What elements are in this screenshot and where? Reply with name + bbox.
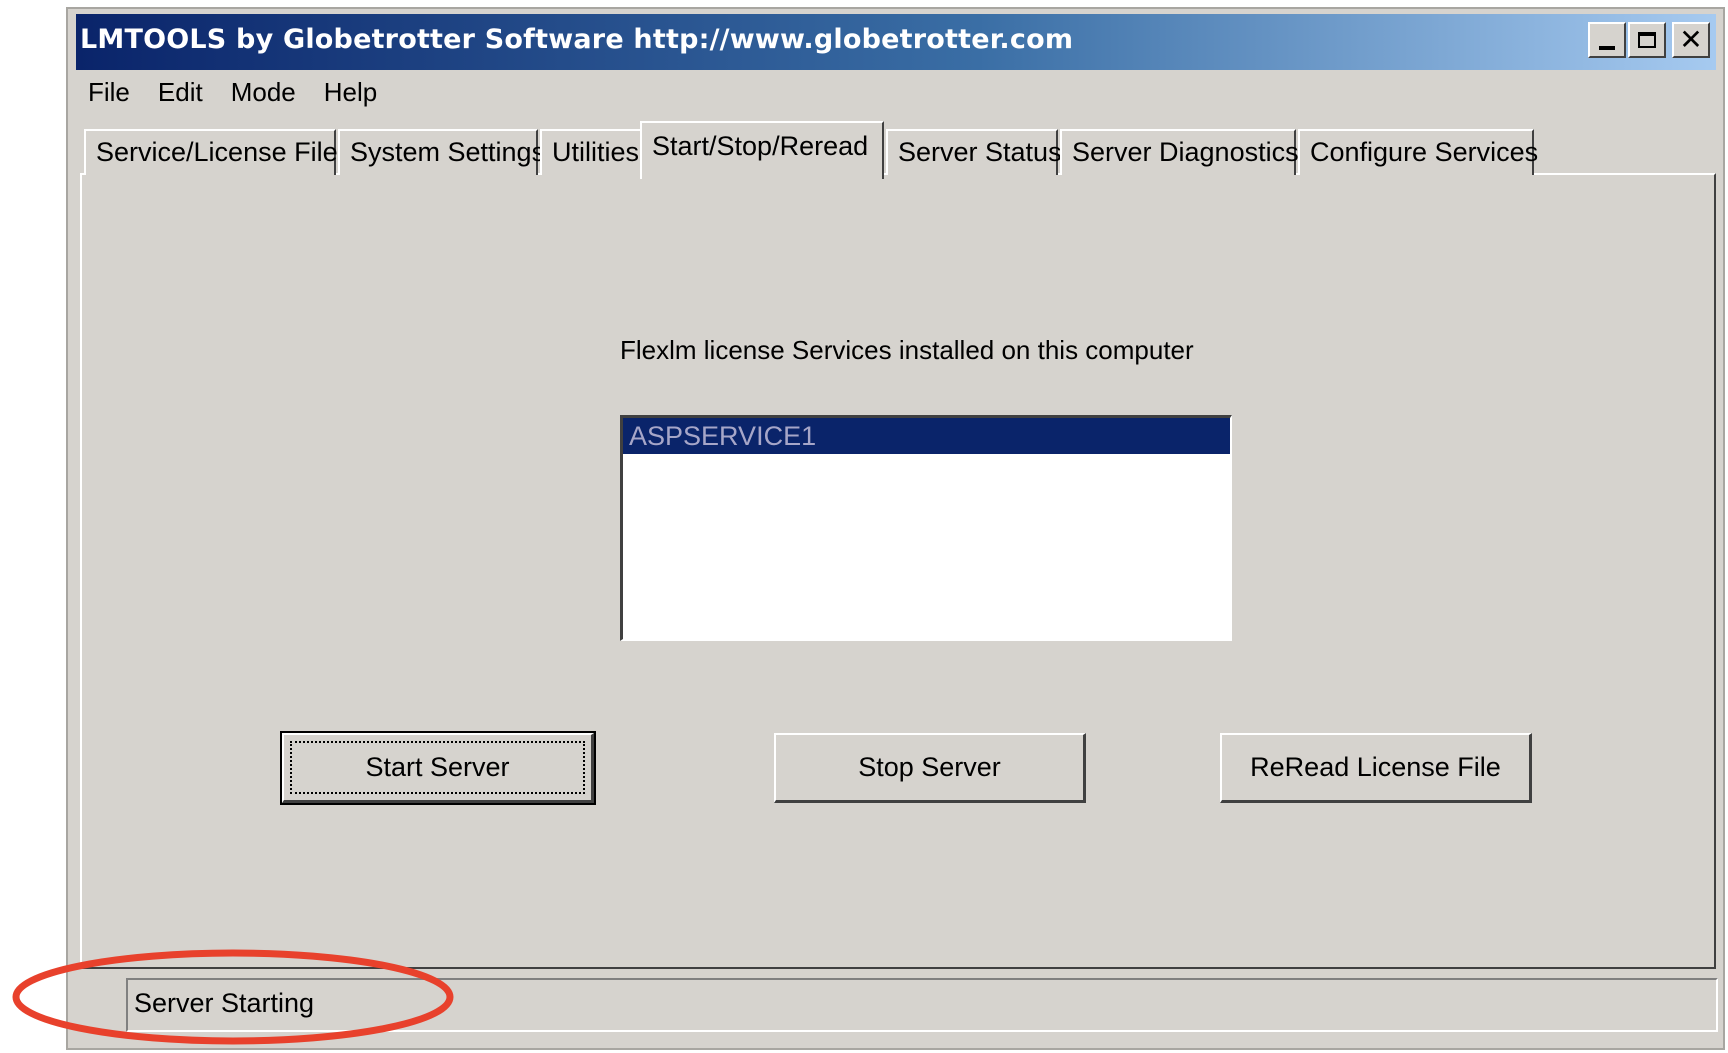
tab-service-license-file[interactable]: Service/License File: [84, 129, 338, 175]
focus-ring: [290, 741, 585, 794]
minimize-icon: [1599, 46, 1615, 50]
stop-server-label: Stop Server: [858, 752, 1001, 782]
tab-utilities[interactable]: Utilities: [540, 129, 642, 175]
screenshot-canvas: LMTOOLS by Globetrotter Software http://…: [0, 0, 1728, 1053]
service-list-item[interactable]: ASPSERVICE1: [623, 418, 1230, 454]
tab-server-status[interactable]: Server Status: [886, 129, 1062, 175]
menu-bar: File Edit Mode Help: [88, 73, 391, 113]
reread-license-label: ReRead License File: [1250, 752, 1501, 782]
maximize-button[interactable]: [1628, 22, 1666, 58]
menu-mode[interactable]: Mode: [217, 73, 310, 113]
maximize-icon: [1638, 32, 1656, 48]
stop-server-button[interactable]: Stop Server: [774, 733, 1086, 803]
services-listbox[interactable]: ASPSERVICE1: [620, 415, 1232, 641]
menu-help[interactable]: Help: [310, 73, 391, 113]
status-bar: Server Starting: [126, 978, 1718, 1032]
reread-license-button[interactable]: ReRead License File: [1220, 733, 1532, 803]
tab-server-diagnostics[interactable]: Server Diagnostics: [1060, 129, 1299, 175]
menu-edit[interactable]: Edit: [144, 73, 217, 113]
menu-file[interactable]: File: [88, 73, 144, 113]
close-icon: ✕: [1679, 23, 1703, 56]
lmtools-window: LMTOOLS by Globetrotter Software http://…: [66, 7, 1725, 1050]
services-label: Flexlm license Services installed on thi…: [620, 335, 1194, 365]
tab-system-settings[interactable]: System Settings: [338, 129, 545, 175]
status-text: Server Starting: [134, 988, 315, 1018]
window-title: LMTOOLS by Globetrotter Software http://…: [80, 24, 1074, 55]
minimize-button[interactable]: [1588, 22, 1626, 58]
title-bar[interactable]: LMTOOLS by Globetrotter Software http://…: [76, 14, 1716, 70]
start-server-button[interactable]: Start Server: [280, 731, 596, 805]
tab-start-stop-reread[interactable]: Start/Stop/Reread: [640, 121, 884, 179]
close-button[interactable]: ✕: [1672, 22, 1710, 58]
tab-configure-services[interactable]: Configure Services: [1298, 129, 1538, 175]
tab-panel-start-stop-reread: Flexlm license Services installed on thi…: [80, 173, 1716, 969]
